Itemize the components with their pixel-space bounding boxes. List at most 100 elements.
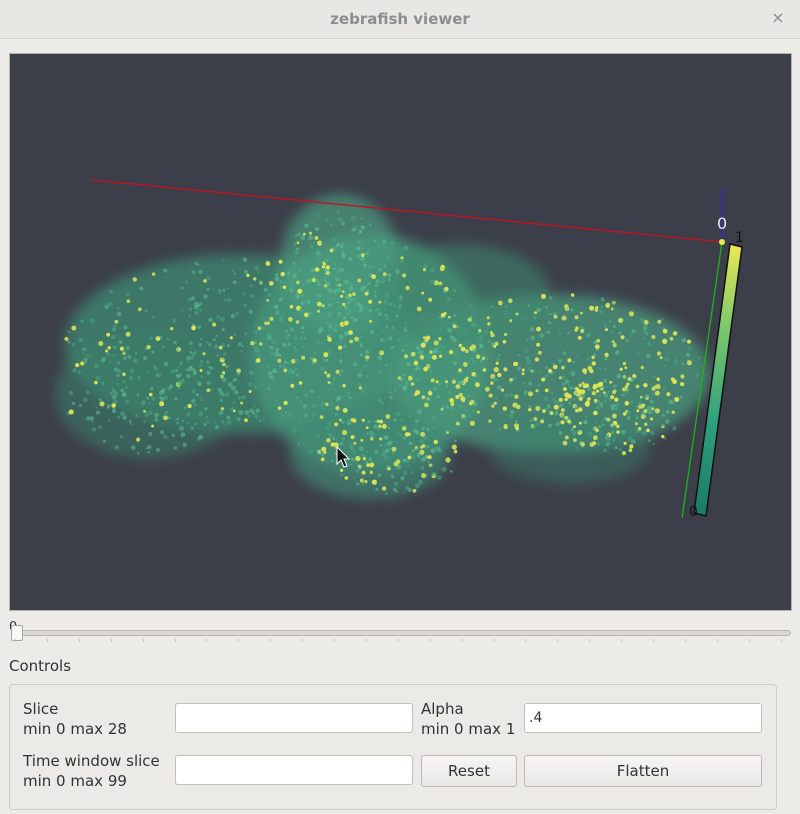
cell-dot [299,399,302,403]
cell-dot [232,400,236,404]
time-window-input[interactable] [175,755,413,785]
cell-dot [200,360,204,363]
cell-dot [306,300,311,304]
cell-dot [567,384,571,387]
cell-dot [397,431,400,434]
cell-dot [218,345,223,350]
cell-dot [227,382,233,387]
cell-dot [533,417,538,421]
cell-dot [122,349,127,354]
cell-dot [282,285,287,290]
cell-dot [604,436,608,439]
cell-dot [343,320,349,326]
cell-dot [534,357,540,362]
cell-dot [184,280,188,284]
volume-render[interactable] [10,54,791,610]
cell-dot [614,350,620,356]
cell-dot [395,269,400,274]
cell-dot [420,465,425,470]
volume-viewport[interactable]: 0 1 0 [9,53,792,611]
cell-dot [666,392,671,397]
cell-dot [320,452,325,457]
cell-dot [521,372,525,376]
cell-dot [101,357,106,362]
cell-dot [274,272,279,277]
cell-dot [621,387,626,392]
cell-dot [430,268,435,273]
cell-dot [197,382,202,387]
reset-button[interactable]: Reset [421,755,517,787]
cell-dot [541,293,546,299]
cell-dot [343,331,349,337]
cell-dot [448,350,454,355]
cell-dot [536,326,541,332]
cell-dot [278,401,281,404]
cell-dot [594,344,600,350]
slice-input[interactable] [175,703,413,733]
cell-dot [130,445,136,450]
cell-dot [414,419,419,424]
cell-dot [147,450,151,454]
cell-dot [656,377,660,381]
cell-dot [468,415,472,419]
cell-dot [343,344,347,348]
cell-dot [342,429,348,436]
cell-dot [445,385,448,388]
cell-dot [437,475,442,480]
cell-dot [269,316,274,321]
cell-dot [356,239,362,245]
slice-range-text: min 0 max 28 [23,720,127,738]
cell-dot [220,316,225,322]
cell-dot [68,409,74,415]
slider-track[interactable] [11,630,791,636]
cell-dot [393,481,398,486]
cell-dot [528,405,532,409]
cell-dot [431,472,436,477]
cell-dot [357,278,362,283]
cell-dot [534,311,538,315]
cell-dot [320,242,323,245]
cell-dot [404,354,409,359]
flatten-button[interactable]: Flatten [524,755,762,787]
cell-dot [143,420,146,423]
cell-dot [161,388,166,393]
cell-dot [359,343,364,347]
cell-dot [651,407,655,411]
cell-dot [447,391,451,395]
cell-dot [536,307,541,313]
cell-dot [95,375,101,381]
cell-dot [194,310,199,316]
cell-dot [242,257,248,262]
slider-handle[interactable] [11,625,23,641]
cell-dot [394,389,397,392]
cell-dot [430,279,436,285]
cell-dot [186,411,191,417]
cell-dot [613,389,617,393]
cell-dot [412,428,418,433]
cell-dot [90,318,95,324]
cell-dot [295,320,300,324]
cell-dot [669,336,674,341]
cell-dot [329,381,334,386]
cell-dot [336,288,341,293]
cell-dot [586,357,591,361]
cell-dot [378,361,381,364]
cell-dot [313,352,316,355]
cell-dot [503,425,508,430]
cell-dot [468,304,472,308]
cell-dot [406,362,409,366]
slider-tick [174,639,176,642]
alpha-input[interactable] [524,703,762,733]
cell-dot [325,218,329,223]
cell-dot [579,326,583,329]
cell-dot [547,368,553,373]
time-slider[interactable]: 0 [9,618,791,648]
cell-dot [599,366,602,370]
cell-dot [132,358,138,364]
cell-dot [569,386,573,390]
cell-dot [247,414,251,418]
cell-dot [316,261,320,265]
close-icon[interactable]: × [768,8,788,28]
cell-dot [631,439,636,444]
cell-dot [295,294,300,299]
